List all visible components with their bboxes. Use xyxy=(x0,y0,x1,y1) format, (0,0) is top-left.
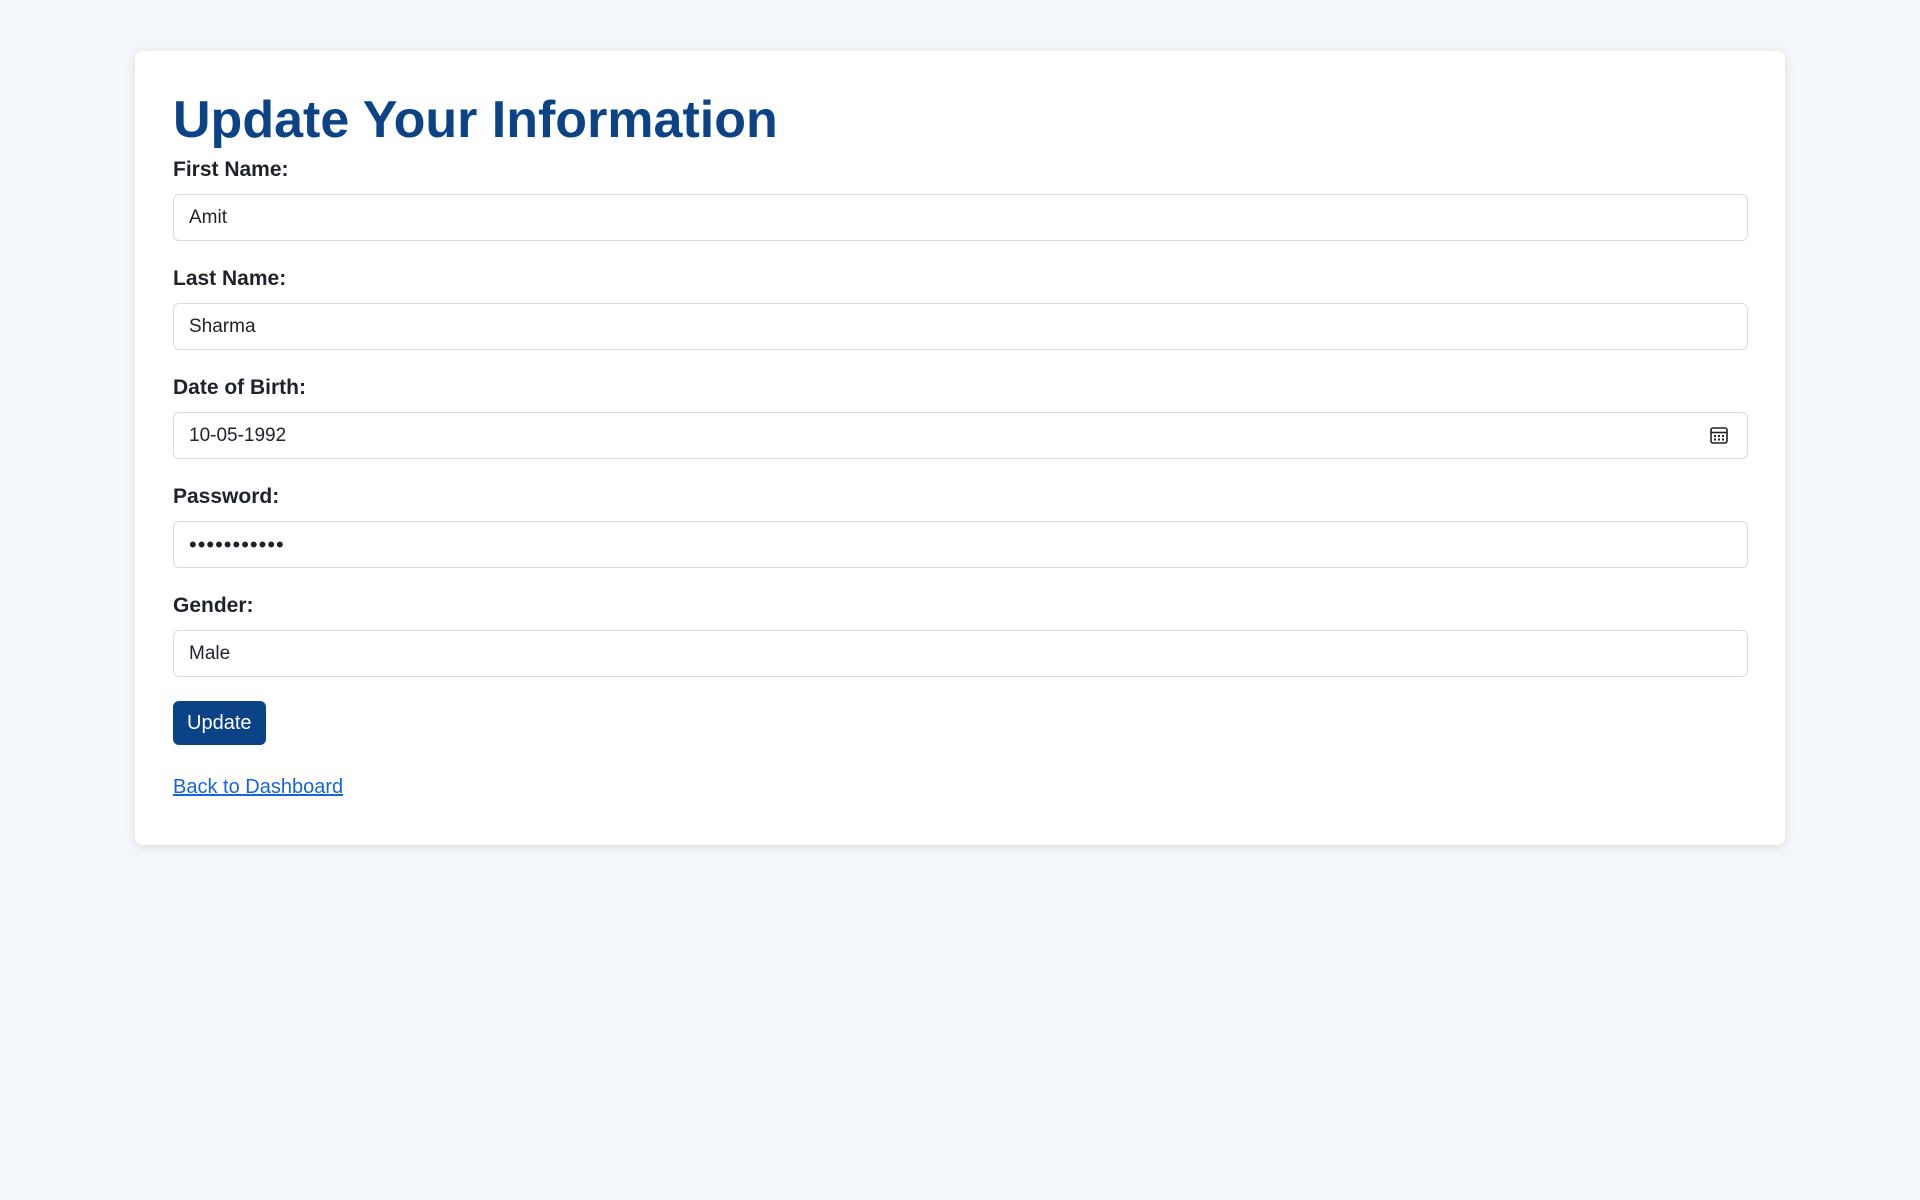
last-name-input[interactable] xyxy=(173,303,1748,350)
calendar-icon[interactable] xyxy=(1709,425,1729,445)
gender-input[interactable] xyxy=(173,630,1748,677)
gender-field-wrapper xyxy=(173,630,1748,677)
update-button[interactable]: Update xyxy=(173,701,266,745)
first-name-label: First Name: xyxy=(173,158,289,181)
password-field-wrapper xyxy=(173,521,1748,568)
password-label: Password: xyxy=(173,485,280,508)
password-input[interactable] xyxy=(173,521,1748,568)
back-to-dashboard-link[interactable]: Back to Dashboard xyxy=(173,774,343,800)
date-of-birth-label: Date of Birth: xyxy=(173,376,306,399)
last-name-label: Last Name: xyxy=(173,267,287,290)
first-name-input[interactable] xyxy=(173,194,1748,241)
update-info-card: Update Your Information First Name: Last… xyxy=(135,51,1785,845)
page-title: Update Your Information xyxy=(173,91,778,149)
date-of-birth-input[interactable] xyxy=(173,412,1748,459)
gender-label: Gender: xyxy=(173,594,254,617)
first-name-field-wrapper xyxy=(173,194,1748,241)
date-of-birth-field-wrapper xyxy=(173,412,1748,459)
last-name-field-wrapper xyxy=(173,303,1748,350)
